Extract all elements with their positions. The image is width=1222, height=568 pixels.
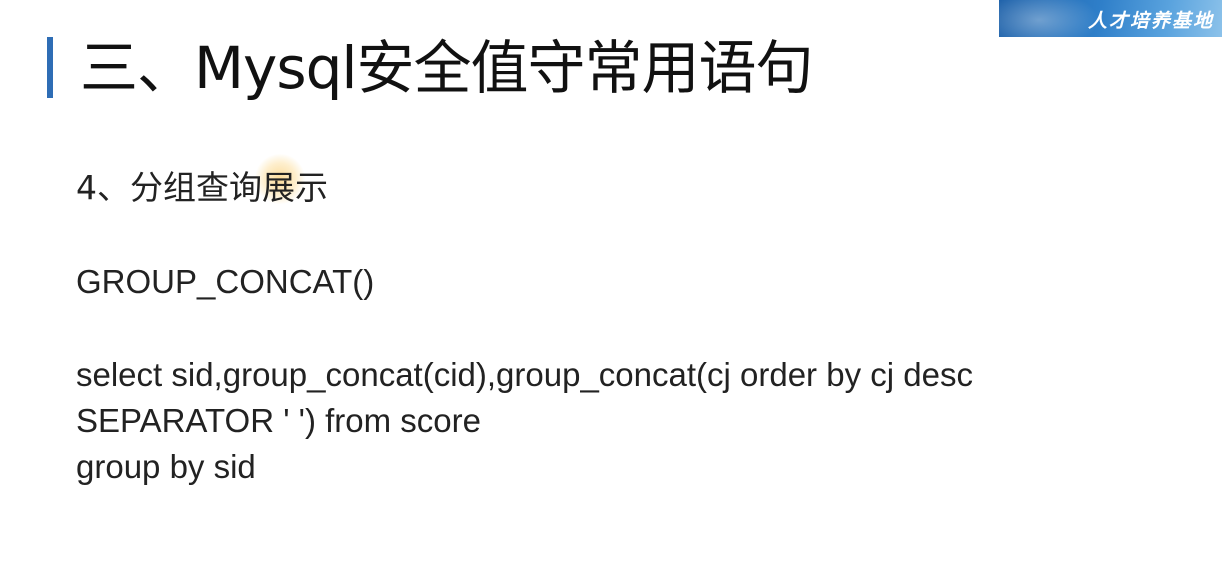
- slide: 人才培养基地 三、Mysql安全值守常用语句 4、分组查询展示 GROUP_CO…: [0, 0, 1222, 568]
- sql-example: select sid,group_concat(cid),group_conca…: [76, 352, 973, 490]
- sql-line: group by sid: [76, 448, 256, 485]
- sql-line: select sid,group_concat(cid),group_conca…: [76, 356, 973, 393]
- brand-banner: 人才培养基地: [999, 0, 1222, 37]
- function-name: GROUP_CONCAT(): [76, 263, 375, 300]
- banner-text: 人才培养基地: [1087, 10, 1214, 32]
- sql-line: SEPARATOR ' ') from score: [76, 402, 482, 439]
- slide-title: 三、Mysql安全值守常用语句: [80, 34, 814, 102]
- title-accent-bar: [47, 37, 53, 98]
- section-subtitle: 4、分组查询展示: [76, 168, 328, 207]
